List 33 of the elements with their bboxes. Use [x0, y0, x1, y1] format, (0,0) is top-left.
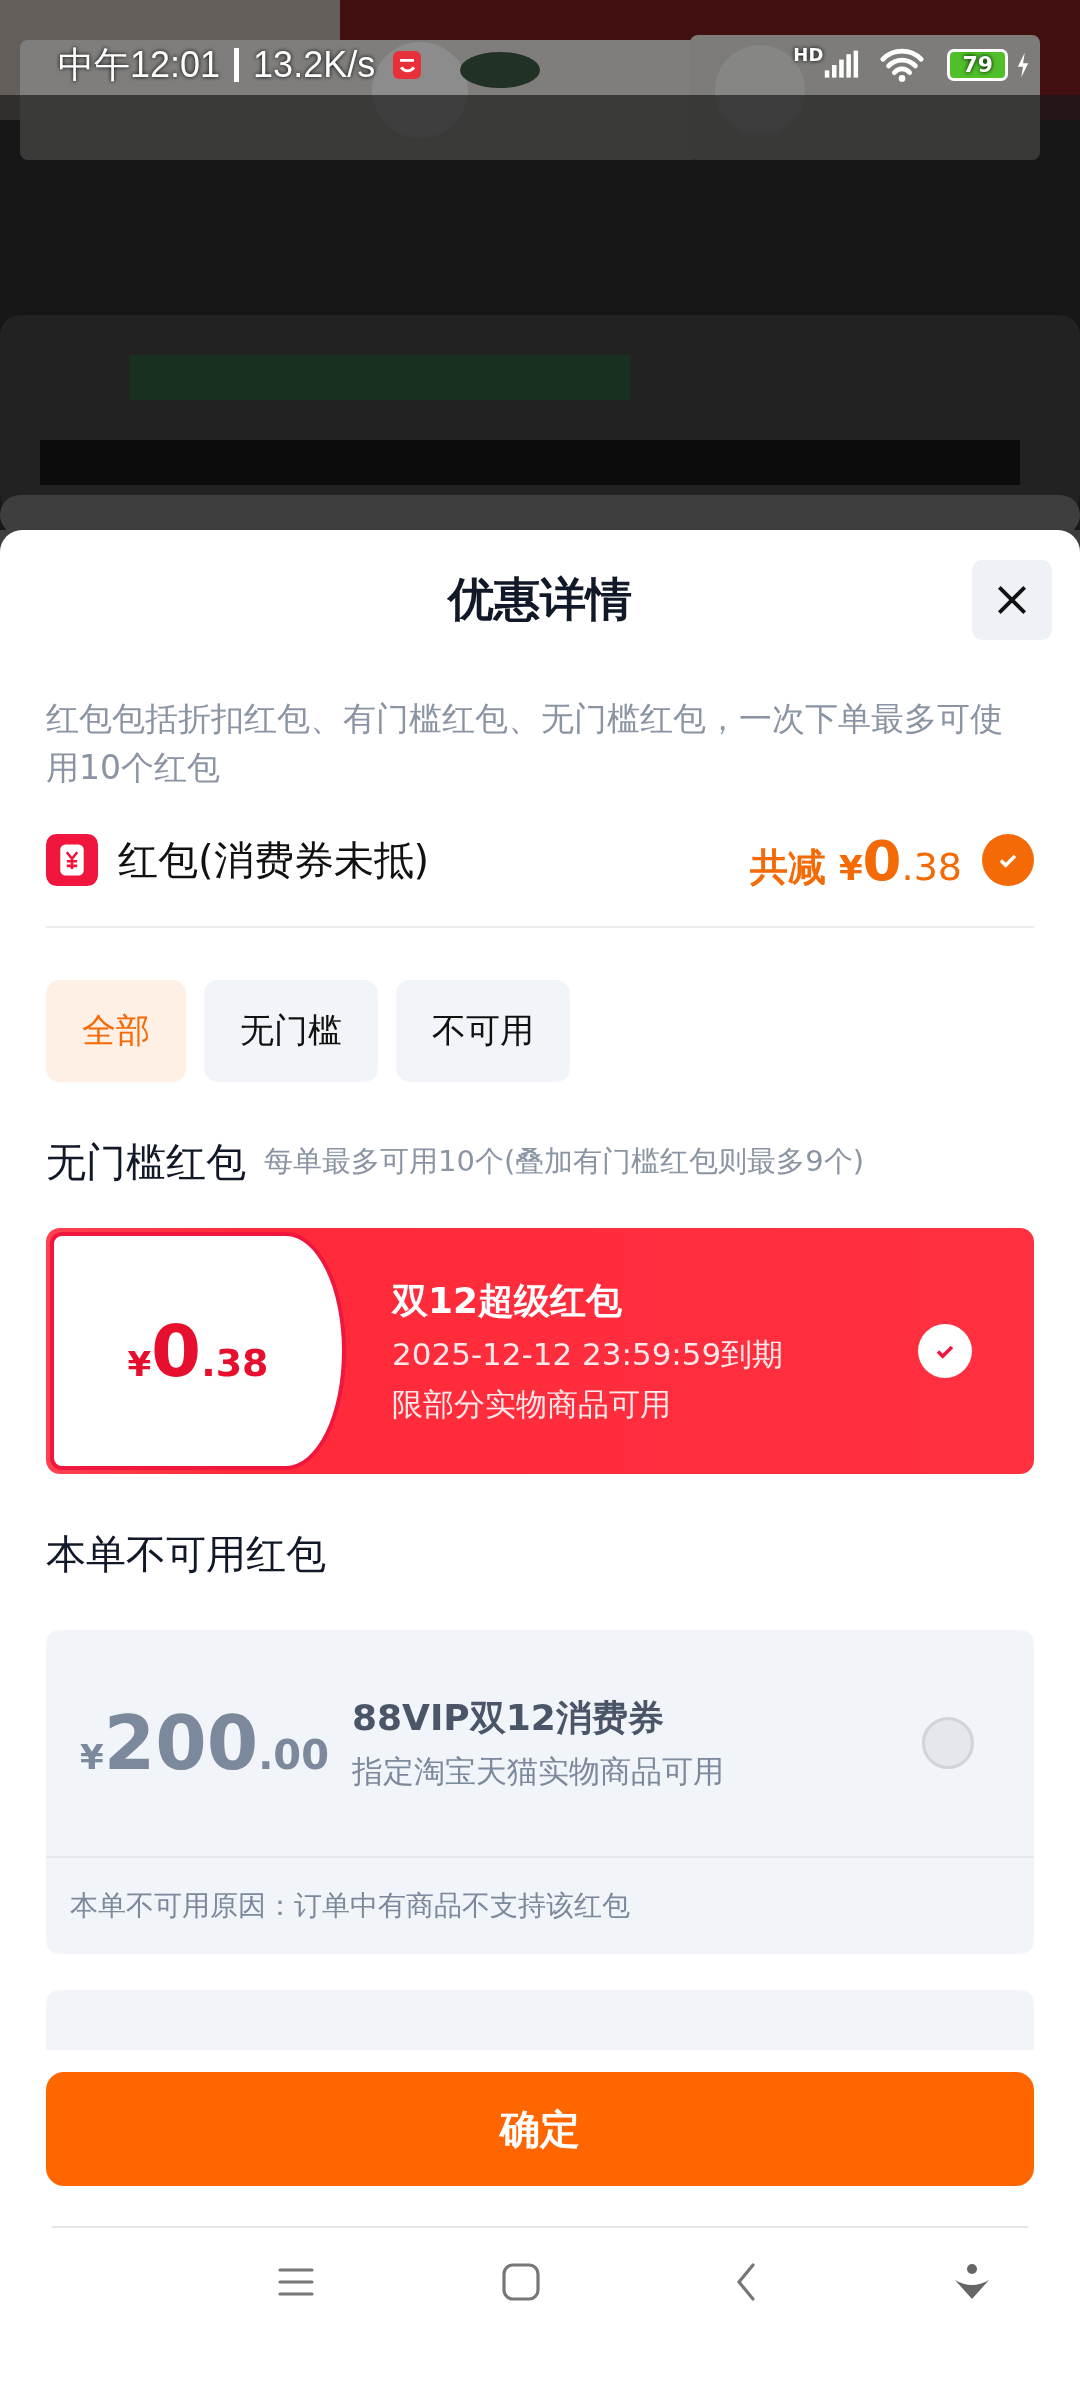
app-notification-icon — [393, 51, 422, 79]
coupon-card[interactable]: ¥0.38 双12超级红包 2025-12-12 23:59:59到期 限部分实物商品可用 — [46, 1228, 1034, 1474]
close-button[interactable] — [972, 560, 1052, 640]
filter-tab[interactable]: 不可用 — [396, 980, 570, 1082]
confirm-button[interactable]: 确定 — [46, 2072, 1034, 2186]
coupon-checkbox[interactable] — [918, 1324, 972, 1378]
filter-tab[interactable]: 全部 — [46, 980, 186, 1082]
sheet-title: 优惠详情 — [448, 571, 632, 628]
network-type: HD — [793, 44, 824, 65]
description-text: 红包包括折扣红包、有门槛红包、无门槛红包，一次下单最多可使用10个红包 — [46, 698, 1004, 789]
coupon-detail: 指定淘宝天猫实物商品可用 — [352, 1751, 725, 1791]
section-note: 每单最多可用10个(叠加有门槛红包则最多9个) — [264, 1143, 864, 1180]
coupon-amount: ¥200.00 — [79, 1700, 330, 1786]
filter-tab[interactable]: 无门槛 — [204, 980, 378, 1082]
coupon-label: 红包(消费券未抵) — [118, 835, 430, 885]
coupon-name: 双12超级红包 — [392, 1278, 624, 1323]
coupon-name: 88VIP双12消费券 — [352, 1695, 665, 1740]
coupon-detail: 限部分实物商品可用 — [392, 1384, 672, 1424]
home-icon[interactable] — [501, 2262, 542, 2302]
total-discount: 共减 ¥0.38 — [749, 827, 962, 893]
unavailable-reason: 本单不可用原因：订单中有商品不支持该红包 — [69, 1888, 631, 1924]
envelope-icon — [46, 834, 98, 886]
battery-indicator: 79 — [947, 49, 1008, 81]
section-title: 无门槛红包 — [46, 1137, 246, 1187]
network-speed: 13.2K/s — [253, 44, 376, 86]
coupon-amount: ¥0.38 — [127, 1309, 269, 1393]
status-time: 中午12:01 — [58, 42, 221, 87]
section-title: 本单不可用红包 — [46, 1529, 326, 1579]
charging-icon — [1016, 52, 1030, 78]
wifi-icon — [879, 47, 926, 83]
signal-icon — [823, 50, 860, 80]
check-icon[interactable] — [982, 834, 1034, 886]
coupon-detail: 2025-12-12 23:59:59到期 — [392, 1334, 785, 1374]
